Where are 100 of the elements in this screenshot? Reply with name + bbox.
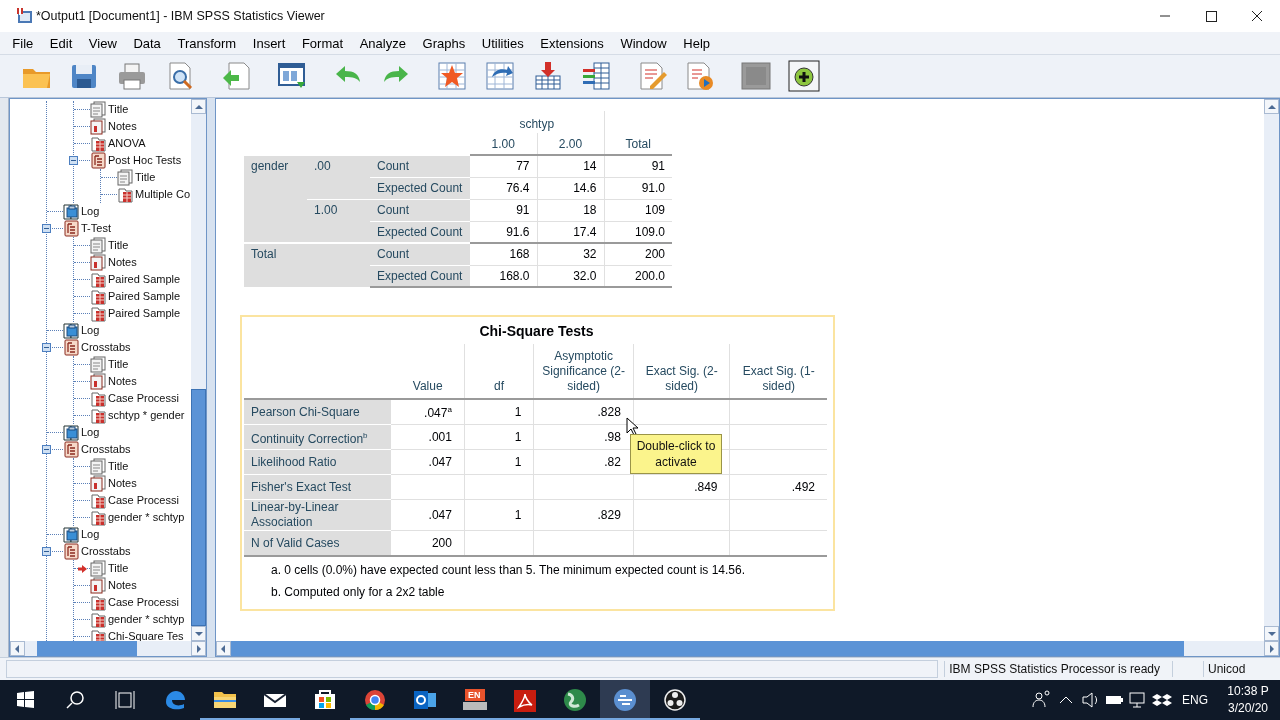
log-book-icon <box>63 322 79 339</box>
table-cell: .829 <box>533 499 634 531</box>
table-book-icon <box>117 186 133 203</box>
outline-item[interactable]: Paired Sample <box>108 272 181 287</box>
outline-item[interactable]: Title <box>108 102 129 117</box>
menu-item[interactable]: Format <box>293 35 352 51</box>
outline-item[interactable]: Title <box>108 238 129 253</box>
heading-book-icon <box>90 152 106 169</box>
outline-item[interactable]: Notes <box>108 476 137 491</box>
notes-page-icon <box>90 118 106 135</box>
outline-item[interactable]: gender * schtyp <box>108 612 185 627</box>
table-arrow-icon[interactable] <box>484 60 516 92</box>
menu-item[interactable]: File <box>4 35 42 51</box>
menu-item[interactable]: Data <box>125 35 170 51</box>
heading-book-icon <box>63 220 79 237</box>
title-page-icon <box>90 560 106 577</box>
outline-item[interactable]: Paired Sample <box>108 306 181 321</box>
outline-item[interactable]: Title <box>135 170 156 185</box>
table-book-icon <box>90 288 106 305</box>
outline-item[interactable]: gender * schtyp <box>108 510 185 525</box>
row-header: gender <box>244 155 307 243</box>
outline-item[interactable]: Notes <box>108 374 137 389</box>
menu-item[interactable]: Analyze <box>351 35 415 51</box>
title-page-icon <box>90 458 106 475</box>
outline-item[interactable]: T-Test <box>81 221 111 236</box>
insert-variable-icon[interactable] <box>580 60 612 92</box>
outline-item[interactable]: Log <box>81 204 100 219</box>
outline-item[interactable]: Case Processi <box>108 493 179 508</box>
menu-item[interactable]: Edit <box>41 35 81 51</box>
outline-item[interactable]: Case Processi <box>108 391 179 406</box>
table-book-icon <box>90 407 106 424</box>
outline-item[interactable]: Post Hoc Tests <box>108 153 182 168</box>
table-cell: 91 <box>604 155 672 177</box>
outline-item[interactable]: Title <box>108 459 129 474</box>
menu-item[interactable]: Extensions <box>531 35 613 51</box>
collapse-icon[interactable] <box>42 444 51 454</box>
row-header: Linear-by-Linear Association <box>244 499 392 531</box>
column-header: 1.00 <box>470 133 537 155</box>
app-badge-text: EN <box>468 690 481 700</box>
menu-item[interactable]: Insert <box>244 35 294 51</box>
clock-time[interactable]: 10:38 P <box>1227 683 1269 700</box>
menu-item[interactable]: Graphs <box>414 35 474 51</box>
row-header: Expected Count <box>370 265 470 287</box>
app-icon <box>16 7 34 25</box>
clock-date[interactable]: 3/20/20 <box>1227 700 1268 717</box>
collapse-icon[interactable] <box>42 546 51 556</box>
outline-item[interactable]: Crosstabs <box>81 544 131 559</box>
log-book-icon <box>63 424 79 441</box>
run-document-icon[interactable] <box>684 60 716 92</box>
outline-item[interactable]: Case Processi <box>108 595 179 610</box>
row-header: Total <box>244 243 307 287</box>
table-cell: 17.4 <box>537 221 604 243</box>
window-title: *Output1 [Document1] - IBM SPSS Statistics Viewer <box>36 9 325 23</box>
outline-item[interactable]: Log <box>81 323 100 338</box>
menu-item[interactable]: Window <box>612 35 675 51</box>
table-cell: 32.0 <box>537 265 604 287</box>
column-header: Total <box>604 111 672 155</box>
outline-item[interactable]: Multiple Co <box>135 187 191 202</box>
menu-item[interactable]: Utilities <box>473 35 532 51</box>
table-cell: .492 <box>730 474 827 500</box>
horizontal-scrollbar[interactable] <box>10 641 206 656</box>
outline-item[interactable]: ANOVA <box>108 136 146 151</box>
row-header: Expected Count <box>370 221 470 243</box>
status-text: IBM SPSS Statistics Processor is ready <box>944 661 1173 677</box>
insert-case-icon[interactable] <box>532 60 564 92</box>
table-cell: 1 <box>464 499 534 531</box>
outline-item[interactable]: Crosstabs <box>81 340 131 355</box>
outline-item[interactable]: Title <box>108 357 129 372</box>
collapse-icon[interactable] <box>42 223 51 233</box>
add-icon[interactable] <box>788 60 820 92</box>
language-indicator[interactable]: ENG <box>1182 693 1208 707</box>
outline-item[interactable]: Title <box>108 561 129 576</box>
outline-item[interactable]: Log <box>81 527 100 542</box>
outline-item[interactable]: Paired Sample <box>108 289 181 304</box>
outline-item[interactable]: schtyp * gender <box>108 408 185 423</box>
row-header: N of Valid Cases <box>244 530 392 556</box>
notes-page-icon <box>90 475 106 492</box>
vertical-scrollbar[interactable] <box>191 99 206 641</box>
collapse-icon[interactable] <box>42 342 51 352</box>
outline-item[interactable]: Notes <box>108 119 137 134</box>
row-header: Count <box>370 199 470 221</box>
collapse-icon[interactable] <box>69 155 78 165</box>
menu-item[interactable]: View <box>80 35 126 51</box>
print-icon[interactable] <box>116 60 148 92</box>
outline-item[interactable]: Notes <box>108 578 137 593</box>
star-table-icon[interactable] <box>436 60 468 92</box>
outline-item[interactable]: Log <box>81 425 100 440</box>
title-page-icon <box>117 169 133 186</box>
table-cell: 32 <box>537 243 604 265</box>
table-book-icon <box>90 271 106 288</box>
vertical-scrollbar[interactable] <box>1264 99 1279 641</box>
column-header: Exact Sig. (2-sided) <box>633 344 730 399</box>
outline-item[interactable]: Notes <box>108 255 137 270</box>
horizontal-scrollbar[interactable] <box>216 641 1279 656</box>
outline-item[interactable]: Crosstabs <box>81 442 131 457</box>
table-cell: 1 <box>464 424 534 450</box>
row-header: Continuity Correction$^{b}$ <box>244 424 392 450</box>
table-cell: 14.6 <box>537 177 604 199</box>
menu-item[interactable]: Help <box>675 35 719 51</box>
menu-item[interactable]: Transform <box>169 35 245 51</box>
